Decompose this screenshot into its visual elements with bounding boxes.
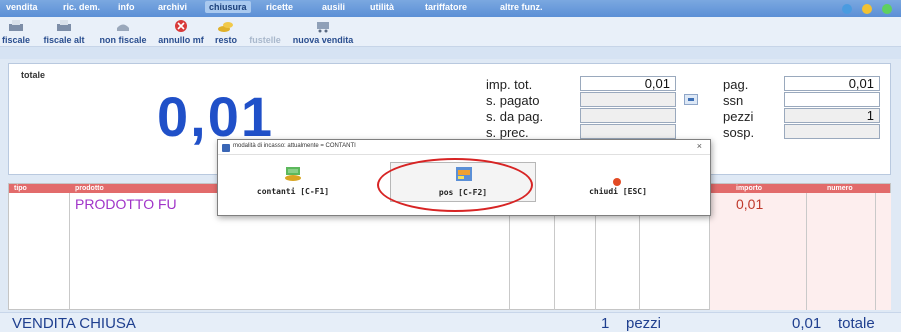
column-divider bbox=[875, 193, 876, 310]
menu-tariffatore[interactable]: tariffatore bbox=[425, 2, 467, 12]
sale-status: VENDITA CHIUSA bbox=[12, 315, 136, 332]
toolbar: fiscale fiscale alt non fiscale annullo … bbox=[0, 17, 901, 47]
total-label: totale bbox=[838, 315, 875, 332]
col-importo[interactable]: importo bbox=[736, 184, 762, 193]
non-fiscale-button[interactable]: non fiscale bbox=[92, 17, 154, 47]
pezzi-field[interactable]: 1 bbox=[784, 108, 880, 123]
pos-window: vendita ric. dem. info archivi chiusura … bbox=[0, 0, 901, 332]
nuova-vendita-button[interactable]: nuova vendita bbox=[286, 17, 360, 47]
s-prec-field[interactable] bbox=[580, 124, 676, 139]
imp-tot-label: imp. tot. bbox=[486, 77, 533, 92]
fiscale-alt-button[interactable]: fiscale alt bbox=[36, 17, 92, 47]
ssn-label: ssn bbox=[723, 93, 744, 108]
minimize-dot-icon[interactable] bbox=[842, 4, 852, 14]
printer-alt-icon bbox=[55, 19, 73, 33]
chiudi-button[interactable]: chiudi [ESC] bbox=[568, 162, 668, 202]
menu-archivi[interactable]: archivi bbox=[158, 2, 187, 12]
close-icon[interactable]: × bbox=[697, 141, 702, 151]
menu-vendita[interactable]: vendita bbox=[6, 2, 38, 12]
column-divider bbox=[69, 193, 70, 310]
column-divider bbox=[806, 193, 807, 310]
printer-icon bbox=[7, 19, 25, 33]
s-prec-label: s. prec. bbox=[486, 125, 529, 140]
fustelle-button[interactable]: fustelle bbox=[244, 17, 286, 47]
s-pagato-button[interactable] bbox=[684, 94, 698, 105]
fiscale-button[interactable]: fiscale bbox=[0, 17, 32, 47]
pieces-count: 1 bbox=[601, 315, 610, 332]
pag-label: pag. bbox=[723, 77, 749, 92]
s-pagato-field[interactable] bbox=[580, 92, 676, 107]
menu-altre-funz[interactable]: altre funz. bbox=[500, 2, 543, 12]
s-da-pag-field[interactable] bbox=[580, 108, 676, 123]
cash-button[interactable]: contanti [C-F1] bbox=[248, 162, 338, 202]
pezzi-label: pezzi bbox=[723, 109, 754, 124]
col-tipo[interactable]: tipo bbox=[14, 184, 27, 193]
menu-ric-dem[interactable]: ric. dem. bbox=[63, 2, 100, 12]
dialog-title-bar: modalità di incasso: attualmente = CONTA… bbox=[218, 140, 710, 155]
menu-ricette[interactable]: ricette bbox=[266, 2, 293, 12]
sosp-field[interactable] bbox=[784, 124, 880, 139]
close-dot-icon bbox=[612, 174, 622, 186]
menu-info[interactable]: info bbox=[118, 2, 135, 12]
pag-field[interactable]: 0,01 bbox=[784, 76, 880, 91]
coins-icon bbox=[217, 19, 235, 33]
highlight-ring bbox=[377, 158, 533, 212]
restore-dot-icon[interactable] bbox=[882, 4, 892, 14]
s-pagato-label: s. pagato bbox=[486, 93, 540, 108]
col-prodotto[interactable]: prodotto bbox=[75, 184, 104, 193]
cash-icon bbox=[284, 164, 302, 182]
minus-icon bbox=[688, 98, 694, 101]
separator-strip bbox=[0, 47, 901, 59]
receipt-icon bbox=[114, 19, 132, 33]
cell-prodotto: PRODOTTO FU bbox=[75, 196, 177, 212]
annullo-mf-button[interactable]: annullo mf bbox=[154, 17, 208, 47]
app-icon bbox=[222, 144, 230, 152]
sosp-label: sosp. bbox=[723, 125, 755, 140]
imp-tot-field[interactable]: 0,01 bbox=[580, 76, 676, 91]
ssn-field[interactable] bbox=[784, 92, 880, 107]
dialog-title: modalità di incasso: attualmente = CONTA… bbox=[233, 143, 356, 149]
total-value: 0,01 bbox=[792, 315, 822, 332]
maximize-dot-icon[interactable] bbox=[862, 4, 872, 14]
pieces-label: pezzi bbox=[626, 315, 662, 332]
menu-bar: vendita ric. dem. info archivi chiusura … bbox=[0, 0, 901, 17]
resto-button[interactable]: resto bbox=[208, 17, 244, 47]
cell-importo: 0,01 bbox=[736, 196, 764, 212]
s-da-pag-label: s. da pag. bbox=[486, 109, 544, 124]
cart-icon bbox=[314, 19, 332, 33]
cancel-icon bbox=[172, 19, 190, 33]
col-numero[interactable]: numero bbox=[827, 184, 853, 193]
menu-chiusura[interactable]: chiusura bbox=[205, 1, 251, 13]
menu-utilita[interactable]: utilità bbox=[370, 2, 394, 12]
menu-ausili[interactable]: ausili bbox=[322, 2, 345, 12]
status-bar: VENDITA CHIUSA 1 pezzi 0,01 totale bbox=[0, 312, 901, 332]
panel-caption: totale bbox=[21, 70, 46, 80]
